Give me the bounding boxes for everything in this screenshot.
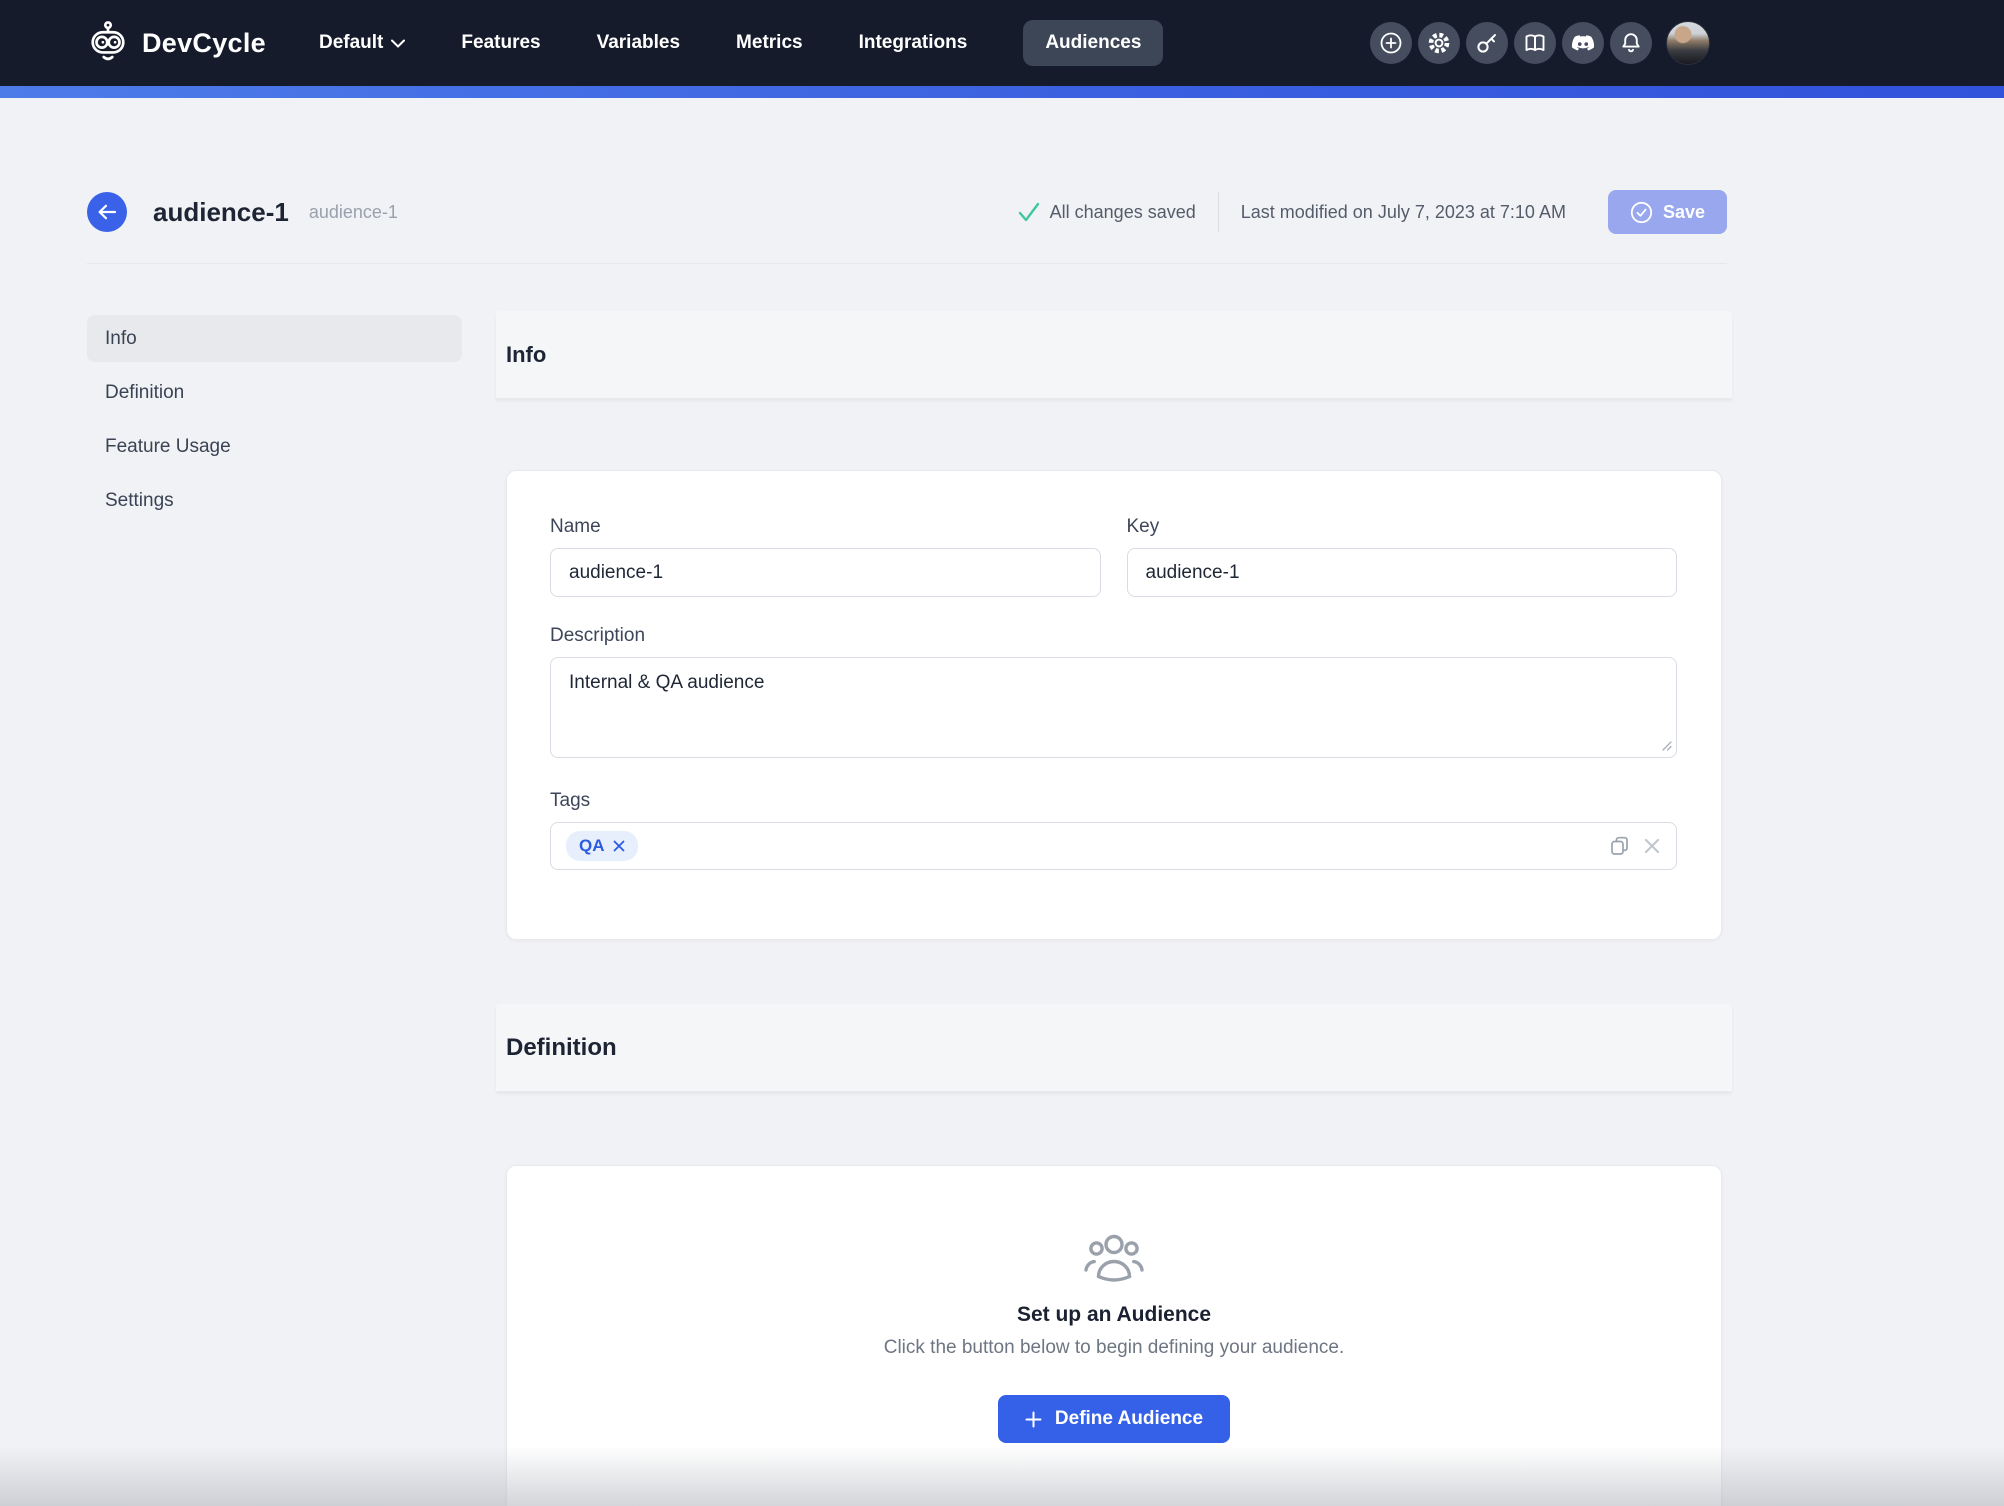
chevron-down-icon bbox=[391, 39, 406, 48]
discord-icon bbox=[1570, 30, 1596, 56]
definition-section-title: Definition bbox=[506, 1033, 617, 1061]
resize-handle-icon[interactable] bbox=[1660, 739, 1672, 751]
discord-button[interactable] bbox=[1562, 22, 1604, 64]
audience-key-text: audience-1 bbox=[308, 201, 398, 222]
user-avatar[interactable] bbox=[1666, 21, 1710, 65]
settings-gear-icon bbox=[1427, 31, 1451, 55]
audience-people-icon bbox=[1082, 1232, 1146, 1286]
page-header: audience-1 audience-1 All changes saved … bbox=[87, 190, 1727, 234]
docs-button[interactable] bbox=[1514, 22, 1556, 64]
content: Info Definition Feature Usage Settings I… bbox=[87, 264, 1732, 1506]
key-input[interactable] bbox=[1126, 548, 1677, 597]
devcycle-brand[interactable]: DevCycle bbox=[87, 21, 266, 65]
define-audience-label: Define Audience bbox=[1054, 1408, 1204, 1429]
sidenav-item-info[interactable]: Info bbox=[87, 315, 462, 362]
tag-remove-icon[interactable] bbox=[613, 840, 625, 852]
clear-tags-icon[interactable] bbox=[1643, 837, 1661, 855]
empty-state-subtitle: Click the button below to begin defining… bbox=[883, 1337, 1345, 1358]
top-navbar: DevCycle Default Features Variables Metr… bbox=[0, 0, 2004, 86]
navbar-actions bbox=[1370, 0, 1710, 86]
tag-chip-qa: QA bbox=[566, 831, 638, 861]
saved-status-text: All changes saved bbox=[1049, 201, 1196, 222]
add-button[interactable] bbox=[1370, 22, 1412, 64]
sidenav-item-settings[interactable]: Settings bbox=[87, 477, 462, 524]
arrow-left-icon bbox=[97, 203, 117, 221]
accent-bar bbox=[0, 86, 2004, 98]
check-circle-icon bbox=[1630, 201, 1653, 224]
define-audience-button[interactable]: Define Audience bbox=[997, 1395, 1231, 1443]
project-dropdown-label: Default bbox=[318, 32, 384, 53]
notifications-button[interactable] bbox=[1610, 22, 1652, 64]
main-column: Info Name Key Description Inte bbox=[496, 264, 1732, 1506]
save-button-label: Save bbox=[1662, 201, 1705, 222]
audience-page: audience-1 audience-1 All changes saved … bbox=[0, 190, 2004, 1506]
empty-state-title: Set up an Audience bbox=[1016, 1303, 1212, 1326]
header-right: All changes saved Last modified on July … bbox=[1017, 190, 1727, 234]
save-button[interactable]: Save bbox=[1607, 190, 1727, 234]
key-label: Key bbox=[1126, 516, 1160, 537]
saved-status: All changes saved bbox=[1017, 201, 1196, 223]
primary-nav: Default Features Variables Metrics Integ… bbox=[318, 20, 1164, 66]
plus-icon bbox=[1025, 1411, 1042, 1428]
devcycle-logo-icon bbox=[87, 21, 129, 65]
info-card: Name Key Description Internal & QA audie… bbox=[506, 470, 1722, 940]
name-label: Name bbox=[550, 516, 601, 537]
vertical-divider bbox=[1217, 192, 1219, 232]
docs-book-icon bbox=[1523, 31, 1547, 55]
sidenav-item-feature-usage[interactable]: Feature Usage bbox=[87, 423, 462, 470]
check-icon bbox=[1017, 201, 1041, 223]
definition-section-header: Definition bbox=[496, 1004, 1732, 1092]
keys-button[interactable] bbox=[1466, 22, 1508, 64]
nav-item-features[interactable]: Features bbox=[461, 32, 540, 54]
back-button[interactable] bbox=[87, 192, 127, 232]
copy-icon[interactable] bbox=[1609, 835, 1631, 857]
project-dropdown[interactable]: Default bbox=[318, 32, 406, 54]
notifications-bell-icon bbox=[1619, 31, 1643, 55]
description-textarea[interactable]: Internal & QA audience bbox=[550, 657, 1677, 758]
name-input[interactable] bbox=[550, 548, 1101, 597]
page-title: audience-1 bbox=[153, 196, 289, 227]
add-icon bbox=[1379, 31, 1403, 55]
info-section-title: Info bbox=[506, 341, 547, 367]
nav-item-audiences[interactable]: Audiences bbox=[1023, 20, 1164, 66]
settings-button[interactable] bbox=[1418, 22, 1460, 64]
side-nav: Info Definition Feature Usage Settings bbox=[87, 315, 462, 1506]
brand-name: DevCycle bbox=[142, 27, 266, 58]
nav-item-variables[interactable]: Variables bbox=[597, 32, 680, 54]
definition-card: Set up an Audience Click the button belo… bbox=[506, 1165, 1722, 1506]
api-keys-icon bbox=[1475, 31, 1499, 55]
tag-chip-label: QA bbox=[579, 836, 605, 855]
nav-item-integrations[interactable]: Integrations bbox=[859, 32, 968, 54]
tags-label: Tags bbox=[550, 790, 591, 811]
description-label: Description bbox=[550, 625, 646, 646]
nav-item-metrics[interactable]: Metrics bbox=[736, 32, 803, 54]
tags-input[interactable]: QA bbox=[550, 822, 1677, 870]
last-modified-text: Last modified on July 7, 2023 at 7:10 AM bbox=[1240, 201, 1566, 222]
info-section-header: Info bbox=[496, 311, 1732, 399]
sidenav-item-definition[interactable]: Definition bbox=[87, 369, 462, 416]
tags-actions bbox=[1609, 835, 1661, 857]
